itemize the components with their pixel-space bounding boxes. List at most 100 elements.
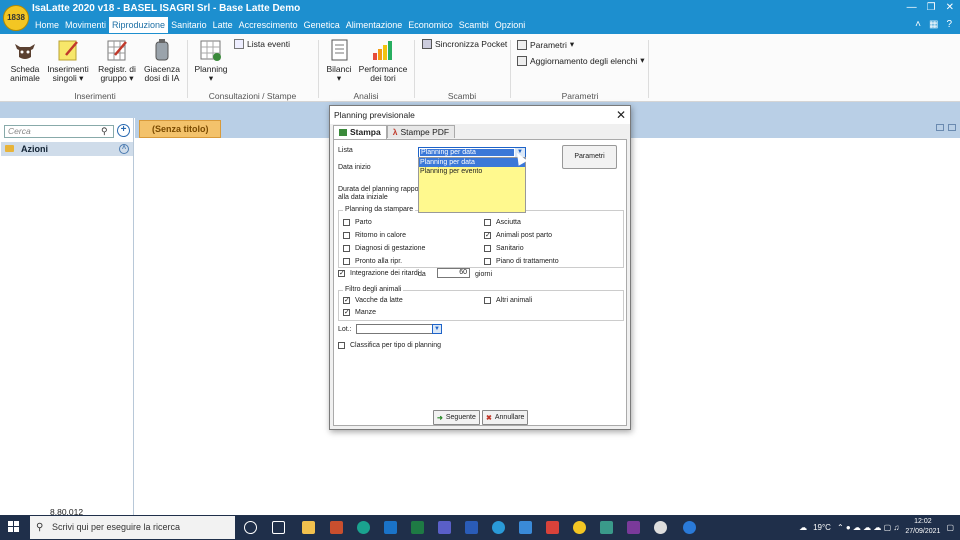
group-inserimenti: Inserimenti	[74, 91, 116, 101]
chrome-icon[interactable]	[654, 521, 667, 534]
seguente-button[interactable]: ➜ Seguente	[433, 410, 480, 425]
checkbox-checked[interactable]: ✓	[484, 232, 491, 239]
check-parto[interactable]: Parto	[343, 219, 372, 226]
checkbox[interactable]	[484, 258, 491, 265]
word-icon[interactable]	[465, 521, 478, 534]
menu-accrescimento[interactable]: Accrescimento	[236, 17, 301, 33]
bilanci-button[interactable]: Bilanci ▾	[322, 38, 356, 83]
menu-genetica[interactable]: Genetica	[301, 17, 343, 33]
weather-icon[interactable]: ☁	[799, 523, 807, 532]
checkbox[interactable]	[343, 258, 350, 265]
windows-start-icon[interactable]	[8, 521, 20, 533]
check-post-parto[interactable]: ✓ Animali post parto	[484, 232, 552, 239]
giacenza-dosi-button[interactable]: Giacenza dosi di IA	[142, 38, 182, 83]
menu-movimenti[interactable]: Movimenti	[62, 17, 109, 33]
durata-label: Durata del planning rapport	[338, 186, 423, 193]
checkbox[interactable]	[343, 245, 350, 252]
check-diagnosi[interactable]: Diagnosi di gestazione	[343, 245, 425, 252]
chevron-down-icon[interactable]: ▼	[432, 324, 442, 334]
search-input[interactable]: Cerca	[4, 125, 114, 138]
check-vacche[interactable]: ✓ Vacche da latte	[343, 297, 403, 304]
minimize-icon[interactable]: —	[907, 2, 917, 13]
tab-stampa[interactable]: Stampa	[333, 125, 387, 139]
menu-scambi[interactable]: Scambi	[456, 17, 492, 33]
close-icon[interactable]: ✕	[946, 2, 954, 13]
registr-gruppo-button[interactable]: Registr. di gruppo ▾	[96, 38, 138, 83]
azioni-header[interactable]: Azioni ˄	[1, 142, 133, 156]
list-icon	[234, 39, 244, 49]
edge-icon[interactable]	[357, 521, 370, 534]
checkbox-checked[interactable]: ✓	[338, 270, 345, 277]
parametri-menu-button[interactable]: Parametri ▾	[517, 39, 574, 50]
checkbox[interactable]	[484, 219, 491, 226]
check-ritorno-calore[interactable]: Ritorno in calore	[343, 232, 406, 239]
cortana-icon[interactable]	[244, 521, 257, 534]
menu-home[interactable]: Home	[32, 17, 62, 33]
check-asciutta[interactable]: Asciutta	[484, 219, 521, 226]
parametri-button[interactable]: Parametri	[562, 145, 617, 169]
check-sanitario[interactable]: Sanitario	[484, 245, 524, 252]
checkbox-checked[interactable]: ✓	[343, 297, 350, 304]
taskbar-search[interactable]: ⚲ Scrivi qui per eseguire la ricerca	[30, 516, 235, 539]
tab-senza-titolo[interactable]: (Senza titolo)	[139, 120, 221, 138]
app-icon[interactable]	[519, 521, 532, 534]
checkbox-checked[interactable]: ✓	[343, 309, 350, 316]
giorni-input[interactable]: 60	[437, 268, 470, 278]
check-classifica[interactable]: Classifica per tipo di planning	[338, 342, 441, 349]
app-icon[interactable]	[492, 521, 505, 534]
help-icon[interactable]: ?	[946, 19, 952, 30]
file-explorer-icon[interactable]	[302, 521, 315, 534]
checkbox[interactable]	[484, 297, 491, 304]
check-altri[interactable]: Altri animali	[484, 297, 532, 304]
add-icon[interactable]: +	[117, 124, 130, 137]
menu-sanitario[interactable]: Sanitario	[168, 17, 210, 33]
checkbox[interactable]	[484, 245, 491, 252]
tray-icons[interactable]: ⌃ ● ☁ ☁ ☁ ▢ ♫	[837, 523, 899, 532]
window-tile-icon[interactable]	[936, 124, 944, 131]
search-icon[interactable]: ⚲	[101, 126, 108, 137]
clock[interactable]: 12:02 27/09/2021	[905, 517, 940, 537]
planning-button[interactable]: Planning ▾	[192, 38, 230, 83]
annullare-button[interactable]: ✖ Annullare	[482, 410, 529, 425]
lista-eventi-button[interactable]: Lista eventi	[234, 39, 290, 49]
check-manze[interactable]: ✓ Manze	[343, 309, 376, 316]
lot-combo[interactable]	[356, 324, 442, 334]
scheda-animale-button[interactable]: Scheda animale	[5, 38, 45, 83]
acrobat-icon[interactable]	[546, 521, 559, 534]
teams-icon[interactable]	[438, 521, 451, 534]
restore-icon[interactable]: ❐	[927, 2, 936, 13]
app-icon[interactable]	[600, 521, 613, 534]
aggiornamento-elenchi-button[interactable]: Aggiornamento degli elenchi ▾	[517, 55, 645, 66]
inserimenti-singoli-button[interactable]: Inserimenti singoli ▾	[45, 38, 91, 83]
chevron-up-icon[interactable]: ˄	[915, 19, 921, 30]
checkbox[interactable]	[343, 219, 350, 226]
isalatte-icon[interactable]	[573, 521, 586, 534]
performance-tori-button[interactable]: Performance dei tori	[357, 38, 409, 83]
help-icon[interactable]	[683, 521, 696, 534]
option-planning-data[interactable]: Planning per data	[419, 158, 525, 167]
calculator-icon[interactable]: ▦	[929, 19, 938, 30]
temperature[interactable]: 19°C	[813, 523, 831, 532]
check-piano-trattamento[interactable]: Piano di trattamento	[484, 258, 559, 265]
onenote-icon[interactable]	[627, 521, 640, 534]
check-integrazione[interactable]: ✓ Integrazione dei ritardi	[338, 270, 419, 277]
excel-icon[interactable]	[411, 521, 424, 534]
sincronizza-pocket-button[interactable]: Sincronizza Pocket	[422, 39, 507, 49]
check-pronto[interactable]: Pronto alla ripr.	[343, 258, 402, 265]
office-icon[interactable]	[330, 521, 343, 534]
checkbox[interactable]	[343, 232, 350, 239]
task-view-icon[interactable]	[272, 521, 285, 534]
menu-latte[interactable]: Latte	[210, 17, 236, 33]
checkbox[interactable]	[338, 342, 345, 349]
tab-stampe-pdf[interactable]: λ Stampe PDF	[386, 125, 456, 138]
outlook-icon[interactable]	[384, 521, 397, 534]
option-planning-evento[interactable]: Planning per evento	[419, 167, 525, 176]
close-icon[interactable]: ✕	[616, 108, 626, 122]
menu-alimentazione[interactable]: Alimentazione	[343, 17, 406, 33]
notification-icon[interactable]: ▢	[946, 523, 954, 532]
menu-opzioni[interactable]: Opzioni	[492, 17, 529, 33]
menu-riproduzione[interactable]: Riproduzione	[109, 17, 169, 33]
collapse-icon[interactable]: ˄	[119, 144, 129, 154]
window-max-icon[interactable]	[948, 124, 956, 131]
menu-economico[interactable]: Economico	[405, 17, 456, 33]
